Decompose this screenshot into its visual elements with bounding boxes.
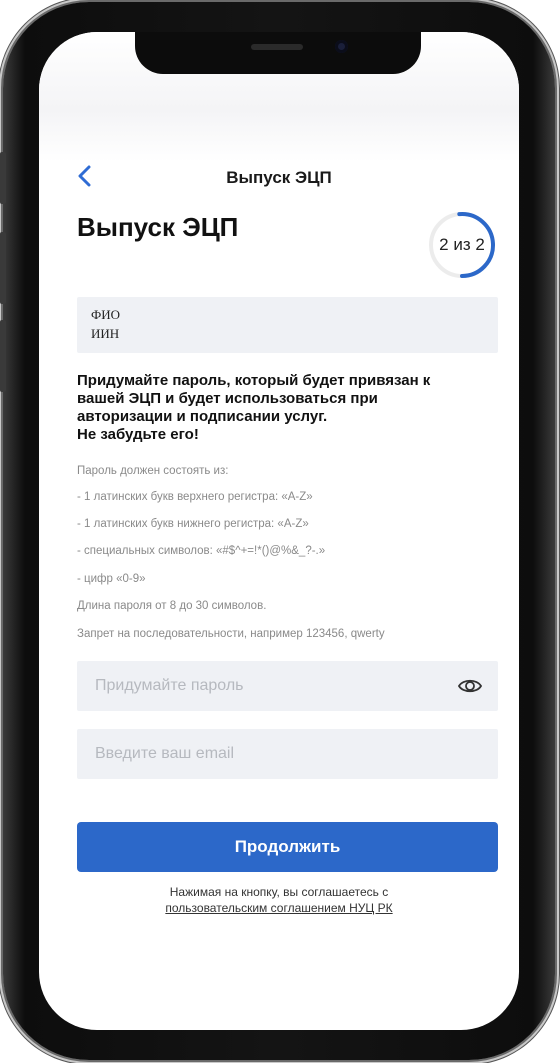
email-field[interactable] (77, 729, 498, 779)
eye-icon[interactable] (457, 676, 483, 696)
step-indicator: 2 из 2 (427, 210, 497, 280)
agreement-note: Нажимая на кнопку, вы соглашаетесь с пол… (39, 884, 519, 916)
description-line: вашей ЭЦП и будет использоваться при (77, 390, 378, 407)
agreement-link[interactable]: пользовательским соглашением НУЦ РК (165, 901, 392, 915)
requirement-item: Запрет на последовательности, например 1… (77, 628, 385, 640)
step-label: 2 из 2 (439, 235, 485, 254)
phone-frame: Выпуск ЭЦП Выпуск ЭЦП 2 из 2 ФИО ИИН При… (0, 2, 555, 1060)
requirement-item: - 1 латинских букв верхнего регистра: «A… (77, 491, 313, 503)
user-info-box: ФИО ИИН (77, 297, 498, 353)
iin-label: ИИН (91, 326, 120, 341)
speaker (251, 44, 303, 50)
agreement-text: Нажимая на кнопку, вы соглашаетесь с (169, 885, 389, 899)
password-input[interactable] (77, 661, 455, 711)
page-title: Выпуск ЭЦП (77, 212, 239, 242)
volume-up-button (0, 232, 6, 304)
description-line: Придумайте пароль, который будет привяза… (77, 372, 431, 389)
requirement-item: Длина пароля от 8 до 30 символов. (77, 600, 267, 612)
description-line: авторизации и подписании услуг. (77, 408, 328, 425)
requirement-item: - 1 латинских букв нижнего регистра: «A-… (77, 518, 309, 530)
volume-down-button (0, 320, 6, 392)
notch (135, 32, 421, 74)
password-field[interactable] (77, 661, 498, 711)
continue-button[interactable]: Продолжить (77, 822, 498, 872)
email-input[interactable] (77, 729, 455, 779)
password-description: Придумайте пароль, который будет привяза… (77, 372, 497, 444)
requirement-item: - специальных символов: «#$^+=!*()@%&_?-… (77, 545, 326, 557)
screen: Выпуск ЭЦП Выпуск ЭЦП 2 из 2 ФИО ИИН При… (39, 32, 519, 1030)
requirements-heading: Пароль должен состоять из: (77, 465, 229, 477)
nav-title: Выпуск ЭЦП (226, 168, 332, 187)
full-name-label: ФИО (91, 307, 121, 322)
description-line: Не забудьте его! (77, 426, 199, 443)
requirement-item: - цифр «0-9» (77, 573, 146, 585)
mute-switch (0, 152, 6, 204)
camera (335, 40, 348, 53)
